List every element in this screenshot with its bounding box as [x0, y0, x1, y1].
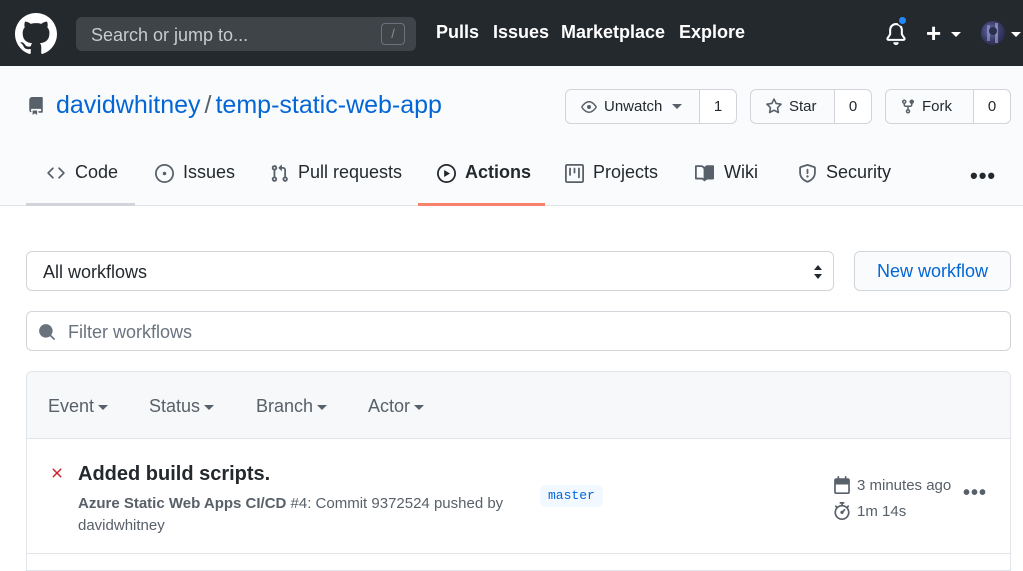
- pull-request-icon: [271, 164, 288, 182]
- star-label: Star: [789, 98, 817, 115]
- avatar-image-icon: [987, 23, 998, 43]
- watch-button-group: Unwatch 1: [565, 89, 737, 124]
- notification-indicator: [897, 15, 908, 26]
- tab-pull-requests[interactable]: Pull requests: [270, 162, 402, 206]
- issue-icon: [155, 164, 174, 183]
- run-menu-icon[interactable]: •••: [963, 482, 987, 505]
- workflow-select-value: All workflows: [43, 262, 148, 282]
- search-icon: [39, 324, 55, 340]
- star-button-group: Star 0: [750, 89, 872, 124]
- tab-code-label: Code: [75, 162, 119, 182]
- project-icon: [565, 164, 584, 183]
- status-filter-label: Status: [149, 396, 201, 416]
- fork-icon: [902, 99, 914, 114]
- duration-label: 1m 14s: [857, 502, 907, 520]
- filter-placeholder: Filter workflows: [68, 322, 193, 342]
- failure-x-icon: [52, 468, 62, 478]
- filter-workflows-input[interactable]: Filter workflows: [26, 311, 1011, 351]
- nav-issues-link[interactable]: Issues: [493, 22, 549, 43]
- run-detail: #4: Commit 9372524 pushed by: [290, 495, 504, 512]
- code-tab-underline: [26, 203, 135, 206]
- tab-issues-label: Issues: [183, 162, 236, 182]
- branch-filter-dropdown[interactable]: Branch: [256, 396, 328, 417]
- tab-pull-requests-label: Pull requests: [298, 162, 403, 182]
- run-title-link[interactable]: Added build scripts.: [78, 463, 270, 486]
- code-icon: [47, 167, 65, 179]
- workflow-run-row[interactable]: Added build scripts. Azure Static Web Ap…: [27, 440, 1010, 554]
- workflow-runs-list: Event Status Branch Actor Added build sc…: [26, 371, 1011, 571]
- tab-code[interactable]: Code: [46, 162, 118, 206]
- global-header: Search or jump to... / Pulls Issues Mark…: [0, 0, 1023, 66]
- branch-caret-icon: [317, 405, 328, 410]
- tab-wiki-label: Wiki: [724, 162, 758, 182]
- tabs-more-icon[interactable]: •••: [970, 163, 996, 189]
- repo-title: davidwhitney / temp-static-web-app: [56, 91, 442, 120]
- watch-caret-icon: [672, 104, 683, 109]
- shield-icon: [799, 164, 816, 183]
- status-caret-icon: [204, 405, 215, 410]
- branch-filter-label: Branch: [256, 396, 314, 416]
- eye-icon: [581, 100, 597, 113]
- run-meta: Azure Static Web Apps CI/CD #4: Commit 9…: [78, 493, 518, 537]
- repo-name-link[interactable]: temp-static-web-app: [215, 91, 441, 119]
- calendar-icon: [834, 476, 850, 494]
- nav-pulls-link[interactable]: Pulls: [436, 22, 479, 43]
- watchers-count[interactable]: 1: [700, 90, 736, 123]
- nav-marketplace-link[interactable]: Marketplace: [561, 22, 665, 43]
- fork-button[interactable]: Fork: [886, 90, 974, 123]
- status-filter-dropdown[interactable]: Status: [149, 396, 215, 417]
- user-avatar[interactable]: [981, 21, 1005, 45]
- create-new-plus-icon[interactable]: +: [926, 20, 946, 46]
- global-search-input[interactable]: Search or jump to... /: [76, 17, 416, 51]
- book-icon: [695, 165, 715, 182]
- run-workflow-name: Azure Static Web Apps CI/CD: [78, 495, 287, 512]
- actor-caret-icon: [414, 405, 425, 410]
- forks-count[interactable]: 0: [974, 90, 1010, 123]
- repo-owner-link[interactable]: davidwhitney: [56, 91, 201, 119]
- search-placeholder: Search or jump to...: [91, 25, 249, 45]
- tab-actions-label: Actions: [465, 162, 532, 182]
- tab-security-label: Security: [826, 162, 892, 182]
- search-shortcut-key: /: [381, 23, 405, 45]
- run-author: davidwhitney: [78, 517, 165, 534]
- tab-projects-label: Projects: [593, 162, 659, 182]
- run-duration: 1m 14s: [833, 502, 906, 520]
- star-button[interactable]: Star: [751, 90, 835, 123]
- unwatch-button[interactable]: Unwatch: [566, 90, 700, 123]
- unwatch-label: Unwatch: [604, 98, 663, 115]
- runs-filter-bar: Event Status Branch Actor: [27, 372, 1010, 439]
- event-filter-label: Event: [48, 396, 95, 416]
- fork-label: Fork: [922, 98, 952, 115]
- repo-icon: [29, 97, 43, 115]
- event-caret-icon: [98, 405, 109, 410]
- actor-filter-dropdown[interactable]: Actor: [368, 396, 425, 417]
- repo-title-separator: /: [204, 91, 212, 119]
- tab-wiki[interactable]: Wiki: [694, 162, 758, 206]
- stars-count[interactable]: 0: [835, 90, 871, 123]
- repository-header: davidwhitney / temp-static-web-app Unwatch…: [0, 66, 1023, 206]
- user-menu-caret-icon[interactable]: [1011, 32, 1021, 37]
- workflow-select[interactable]: All workflows: [26, 251, 834, 291]
- create-new-caret-icon[interactable]: [951, 32, 961, 37]
- select-arrows-icon: [814, 265, 822, 279]
- stopwatch-icon: [834, 502, 850, 520]
- fork-button-group: Fork 0: [885, 89, 1011, 124]
- star-icon: [766, 98, 782, 114]
- branch-badge[interactable]: master: [540, 485, 603, 507]
- tab-projects[interactable]: Projects: [565, 162, 658, 206]
- tab-issues[interactable]: Issues: [155, 162, 235, 206]
- nav-explore-link[interactable]: Explore: [679, 22, 745, 43]
- event-filter-dropdown[interactable]: Event: [48, 396, 109, 417]
- play-icon: [437, 164, 456, 183]
- tab-security[interactable]: Security: [798, 162, 891, 206]
- actor-filter-label: Actor: [368, 396, 411, 416]
- run-time-ago: 3 minutes ago: [833, 476, 951, 494]
- selected-tab-underline: [418, 203, 545, 206]
- tab-actions[interactable]: Actions: [437, 162, 531, 206]
- github-logo-icon[interactable]: [15, 13, 57, 55]
- new-workflow-button[interactable]: New workflow: [854, 251, 1011, 291]
- time-ago-label: 3 minutes ago: [857, 476, 952, 494]
